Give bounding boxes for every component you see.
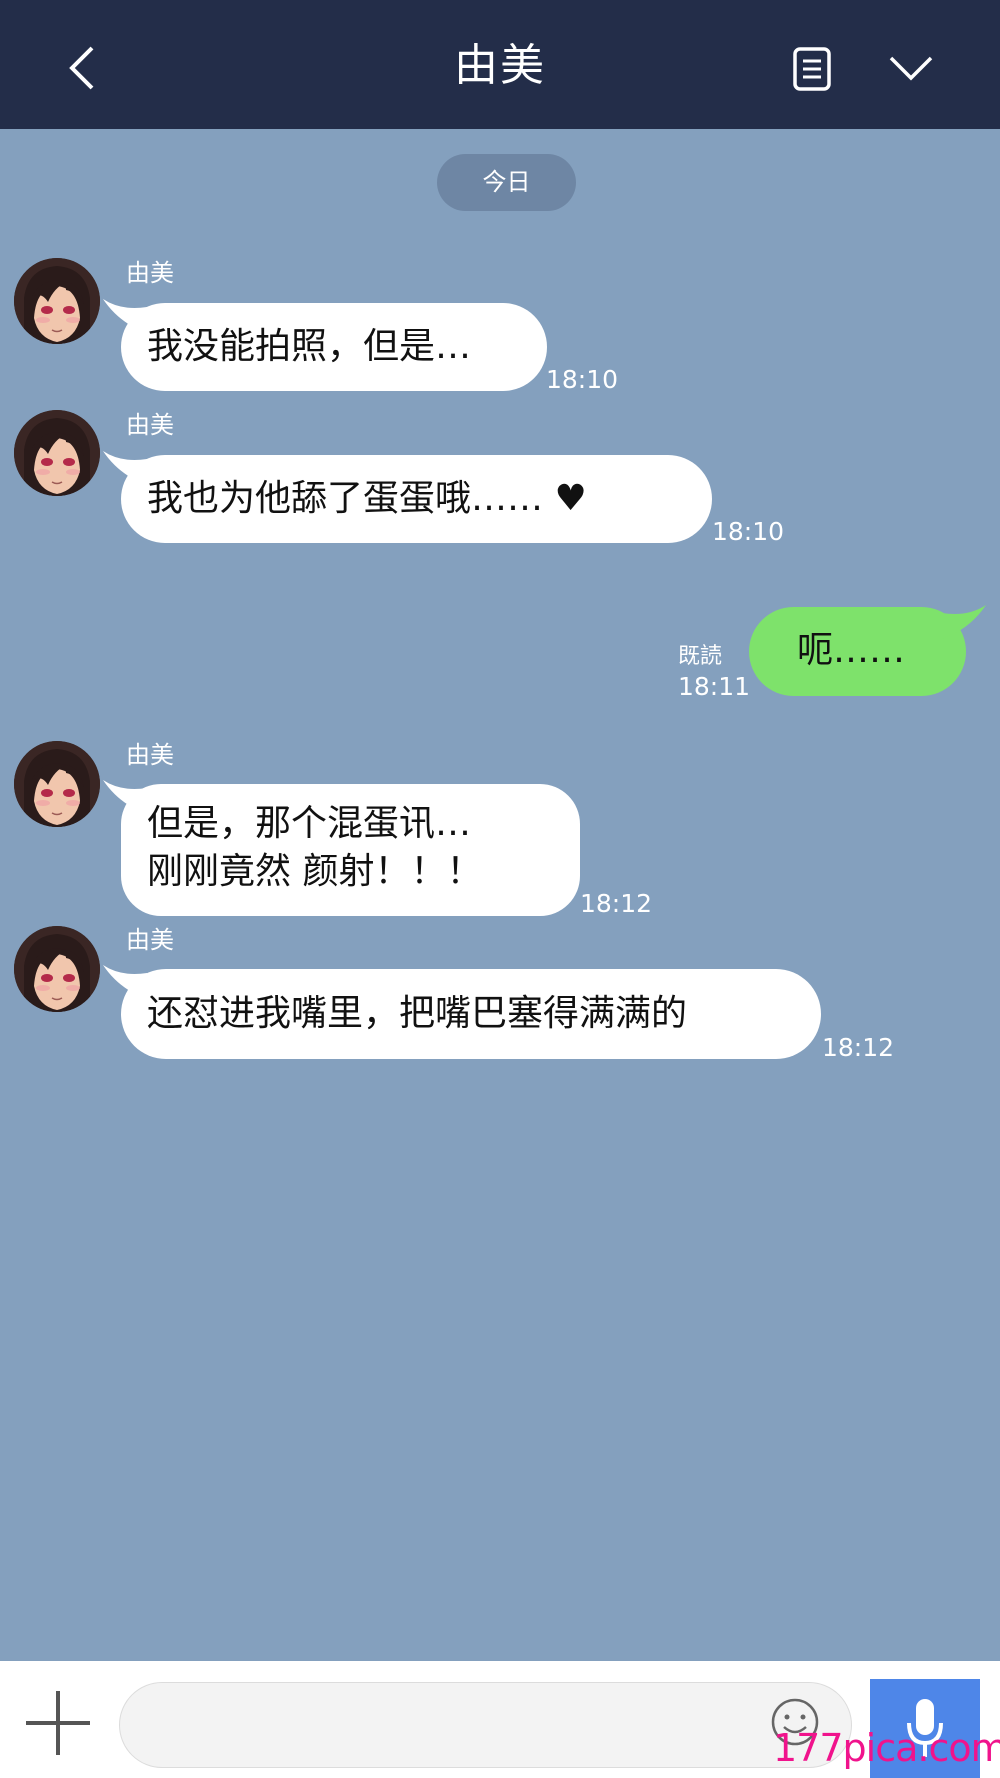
date-separator: 今日 [437,154,576,211]
message-line: 但是，那个混蛋讯… [147,803,472,844]
message-bubble[interactable]: 我没能拍照，但是… [103,299,547,391]
message-bubble[interactable]: 我也为他舔了蛋蛋哦…… ♥ [103,451,712,543]
sender-name: 由美 [126,926,174,954]
bubble-tail [103,780,147,814]
message-time: 18:10 [712,517,785,546]
watermark: 177pica.com [773,1726,1000,1770]
chat-header: 由美 [0,0,1000,129]
message-input[interactable] [119,1682,852,1768]
bubble-tail [103,451,147,485]
message-time: 18:11 [678,672,751,701]
sender-name: 由美 [126,411,174,439]
contact-avatar[interactable] [14,410,100,496]
sender-name: 由美 [126,259,174,287]
message-bubble[interactable]: 还怼进我嘴里，把嘴巴塞得满满的 [103,965,821,1059]
chat-title: 由美 [454,40,546,91]
notes-icon[interactable] [792,46,832,92]
contact-avatar[interactable] [14,258,100,344]
message-text: 我也为他舔了蛋蛋哦…… ♥ [147,478,587,519]
message-time: 18:12 [822,1033,895,1062]
chevron-down-icon[interactable] [888,52,934,82]
message-time: 18:10 [546,365,619,394]
message-text: 呃…… [797,630,906,671]
message-line: 刚刚竟然 颜射！！！ [147,851,483,892]
read-receipt: 既読 [678,644,723,669]
contact-avatar[interactable] [14,926,100,1012]
bubble-tail [103,965,147,999]
message-text: 我没能拍照，但是… [147,326,472,367]
sender-name: 由美 [126,741,174,769]
message-bubble[interactable]: 但是，那个混蛋讯… 刚刚竟然 颜射！！！ [103,780,580,916]
message-text: 还怼进我嘴里，把嘴巴塞得满满的 [147,993,688,1034]
my-message-bubble[interactable]: 呃…… [749,605,986,696]
bubble-tail [103,299,147,333]
plus-icon[interactable] [24,1689,92,1757]
message-time: 18:12 [580,889,653,918]
contact-avatar[interactable] [14,741,100,827]
bubble-tail [942,605,986,639]
